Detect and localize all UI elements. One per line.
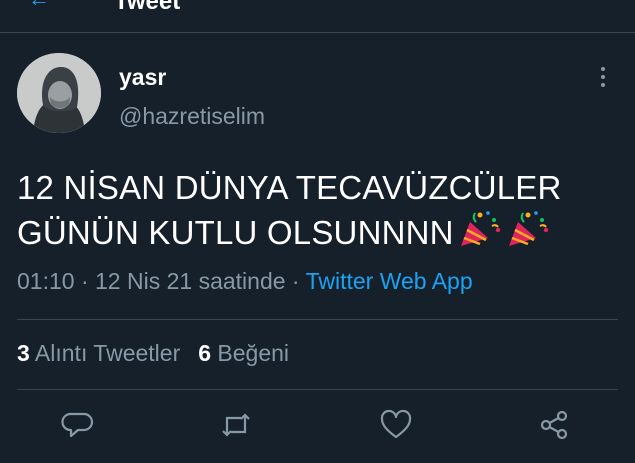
tweet-text-line-2-text: GÜNÜN KUTLU OLSUNNNN <box>17 214 454 251</box>
more-options-icon[interactable] <box>594 67 612 91</box>
tweet-stats: 3 Alıntı Tweetler 6 Beğeni <box>17 340 289 367</box>
user-name[interactable]: yasr <box>119 64 166 91</box>
tweet-time[interactable]: 01:10 <box>17 268 75 294</box>
meta-separator: · <box>80 268 89 294</box>
meta-separator: · <box>291 268 300 294</box>
quote-tweets-stat[interactable]: 3 Alıntı Tweetler <box>17 340 180 366</box>
like-count: 6 <box>198 340 212 366</box>
quote-label: Alıntı Tweetler <box>34 340 181 366</box>
page-title: Tweet <box>114 0 181 15</box>
tweet-text: 12 NİSAN DÜNYA TECAVÜZCÜLER GÜNÜN KUTLU … <box>17 165 622 255</box>
like-button[interactable] <box>379 408 413 442</box>
user-handle[interactable]: @hazretiselim <box>119 103 265 130</box>
party-popper-icon <box>508 211 548 246</box>
reply-icon <box>61 412 94 438</box>
back-arrow-icon[interactable]: ← <box>28 0 50 12</box>
divider <box>17 319 618 320</box>
retweet-icon <box>222 413 250 437</box>
tweet-source-link[interactable]: Twitter Web App <box>306 268 473 294</box>
tweet-text-line-1: 12 NİSAN DÜNYA TECAVÜZCÜLER <box>17 169 562 206</box>
like-icon <box>380 409 412 439</box>
like-label: Beğeni <box>217 340 290 366</box>
avatar-image <box>17 53 101 133</box>
tweet-metadata: 01:10 · 12 Nis 21 saatinde · Twitter Web… <box>17 268 473 295</box>
party-popper-icon <box>460 211 500 246</box>
quote-count: 3 <box>17 340 30 366</box>
tweet-date[interactable]: 12 Nis 21 saatinde <box>95 268 286 294</box>
reply-button[interactable] <box>61 408 95 442</box>
share-button[interactable] <box>537 408 571 442</box>
divider <box>17 389 618 390</box>
share-icon <box>540 410 568 440</box>
top-bar: ← Tweet <box>0 0 635 33</box>
tweet-text-line-2: GÜNÜN KUTLU OLSUNNNN <box>17 210 622 255</box>
avatar[interactable] <box>17 53 101 133</box>
retweet-button[interactable] <box>219 408 253 442</box>
likes-stat[interactable]: 6 Beğeni <box>198 340 289 366</box>
